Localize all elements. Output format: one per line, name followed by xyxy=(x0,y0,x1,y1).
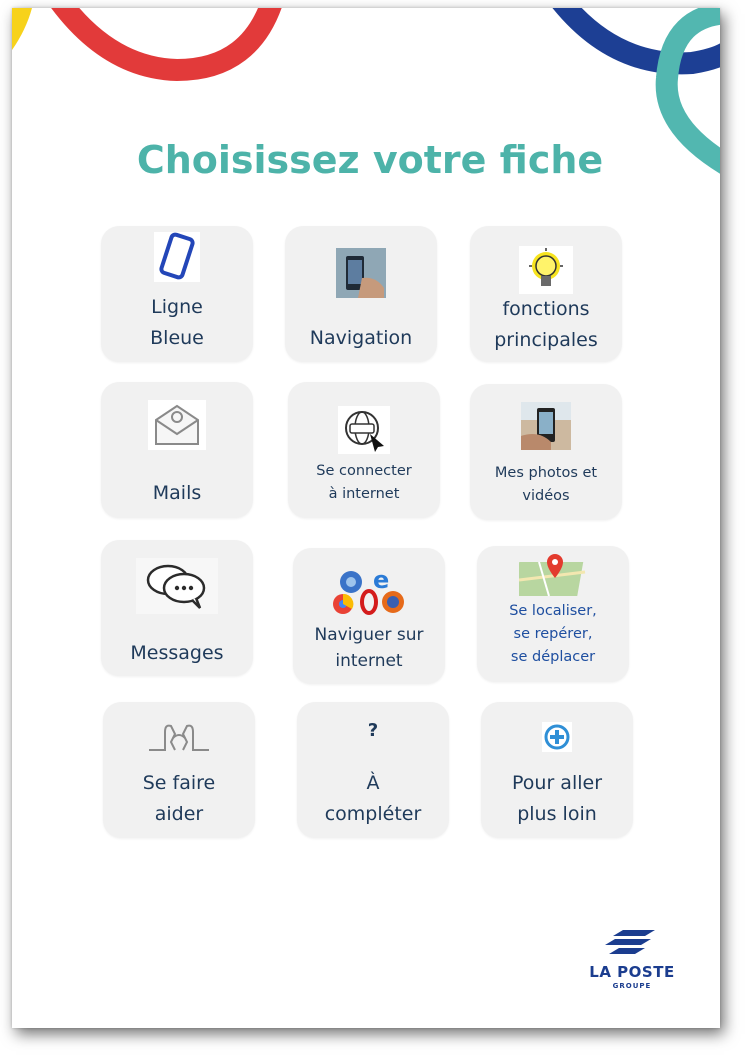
tile-pour-aller-plus-loin[interactable]: Pour aller plus loin xyxy=(481,702,633,838)
lightbulb-icon xyxy=(519,246,573,294)
page-title: Choisissez votre fiche xyxy=(136,138,604,182)
tile-label: fonctions principales xyxy=(494,298,598,351)
tile-label: Pour aller plus loin xyxy=(512,772,602,825)
tile-se-faire-aider[interactable]: Se faire aider xyxy=(103,702,255,838)
smartphone-icon xyxy=(154,232,200,282)
logo-subtitle: GROUPE xyxy=(612,982,652,990)
tile-naviguer-sur-internet[interactable]: e Naviguer sur internet xyxy=(293,548,445,684)
tile-label: Navigation xyxy=(309,327,413,349)
tile-messages[interactable]: Messages xyxy=(101,540,253,676)
browsers-icon: e xyxy=(333,566,404,615)
la-poste-logo: LA POSTE GROUPE xyxy=(572,928,692,990)
tile-label: Mails xyxy=(152,482,202,504)
question-mark-icon: ? xyxy=(367,720,379,741)
tile-label: Mes photos et vidéos xyxy=(494,465,598,504)
tile-se-connecter-internet[interactable]: Se connecter à internet xyxy=(288,382,440,518)
tile-fonctions-principales[interactable]: fonctions principales xyxy=(470,226,622,362)
tile-se-localiser[interactable]: Se localiser, se repérer, se déplacer xyxy=(477,546,629,682)
camera-phone-icon xyxy=(521,402,571,450)
chat-bubbles-icon xyxy=(136,558,218,614)
tile-navigation[interactable]: Navigation xyxy=(285,226,437,362)
phone-in-hand-icon xyxy=(336,248,386,298)
tile-label: Naviguer sur internet xyxy=(314,625,424,671)
tile-label: Messages xyxy=(130,642,224,664)
helping-hands-icon xyxy=(149,724,209,751)
www-globe-icon xyxy=(338,406,390,454)
tile-a-completer[interactable]: ? À compléter xyxy=(297,702,449,838)
tile-label: À compléter xyxy=(324,772,422,825)
map-pin-icon xyxy=(519,554,586,597)
envelope-icon xyxy=(148,400,206,450)
tile-label: Se localiser, se repérer, se déplacer xyxy=(509,603,597,665)
tile-label: Se faire aider xyxy=(142,772,216,825)
tile-mails[interactable]: Mails xyxy=(101,382,253,518)
tile-ligne-bleue[interactable]: Ligne Bleue xyxy=(101,226,253,362)
la-poste-bird-icon xyxy=(605,930,655,954)
logo-name: LA POSTE xyxy=(589,963,675,981)
svg-text:e: e xyxy=(373,566,389,594)
plus-circle-icon xyxy=(542,722,572,752)
tile-label: Se connecter à internet xyxy=(316,463,412,502)
tile-mes-photos-videos[interactable]: Mes photos et vidéos xyxy=(470,384,622,520)
tile-label: Ligne Bleue xyxy=(150,296,204,349)
